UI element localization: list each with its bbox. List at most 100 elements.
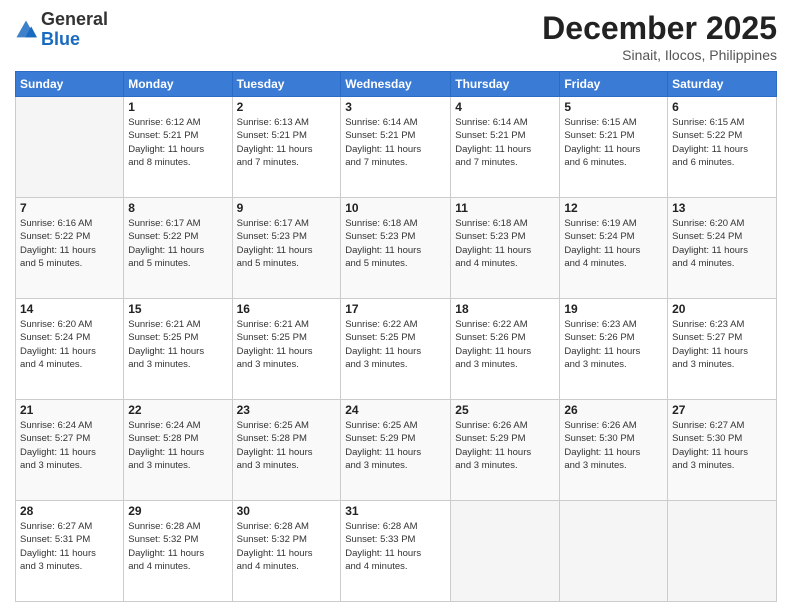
table-row: 6 Sunrise: 6:15 AM Sunset: 5:22 PM Daylig…	[668, 97, 777, 198]
day-number: 21	[20, 403, 119, 417]
day-info: Sunrise: 6:15 AM Sunset: 5:22 PM Dayligh…	[672, 116, 772, 169]
day-info: Sunrise: 6:17 AM Sunset: 5:22 PM Dayligh…	[128, 217, 227, 270]
day-info: Sunrise: 6:21 AM Sunset: 5:25 PM Dayligh…	[237, 318, 337, 371]
table-row: 7 Sunrise: 6:16 AM Sunset: 5:22 PM Daylig…	[16, 198, 124, 299]
table-row: 27Sunrise: 6:27 AM Sunset: 5:30 PM Dayli…	[668, 400, 777, 501]
day-info: Sunrise: 6:14 AM Sunset: 5:21 PM Dayligh…	[345, 116, 446, 169]
table-row: 25Sunrise: 6:26 AM Sunset: 5:29 PM Dayli…	[451, 400, 560, 501]
table-row: 4Sunrise: 6:14 AM Sunset: 5:21 PM Daylig…	[451, 97, 560, 198]
day-info: Sunrise: 6:21 AM Sunset: 5:25 PM Dayligh…	[128, 318, 227, 371]
day-info: Sunrise: 6:28 AM Sunset: 5:32 PM Dayligh…	[128, 520, 227, 573]
table-row: 15 Sunrise: 6:21 AM Sunset: 5:25 PM Dayli…	[124, 299, 232, 400]
logo-icon	[15, 19, 37, 41]
table-row: 24 Sunrise: 6:25 AM Sunset: 5:29 PM Dayli…	[341, 400, 451, 501]
table-row: 8 Sunrise: 6:17 AM Sunset: 5:22 PM Daylig…	[124, 198, 232, 299]
table-row: 13 Sunrise: 6:20 AM Sunset: 5:24 PM Dayli…	[668, 198, 777, 299]
calendar-week-row: 14Sunrise: 6:20 AM Sunset: 5:24 PM Dayli…	[16, 299, 777, 400]
day-info: Sunrise: 6:24 AM Sunset: 5:27 PM Dayligh…	[20, 419, 119, 472]
table-row	[451, 501, 560, 602]
table-row	[16, 97, 124, 198]
table-row	[668, 501, 777, 602]
day-number: 23	[237, 403, 337, 417]
day-number: 12	[564, 201, 663, 215]
day-info: Sunrise: 6:20 AM Sunset: 5:24 PM Dayligh…	[672, 217, 772, 270]
day-info: Sunrise: 6:18 AM Sunset: 5:23 PM Dayligh…	[345, 217, 446, 270]
day-number: 5	[564, 100, 663, 114]
day-number: 14	[20, 302, 119, 316]
col-monday: Monday	[124, 72, 232, 97]
day-info: Sunrise: 6:25 AM Sunset: 5:29 PM Dayligh…	[345, 419, 446, 472]
table-row: 14Sunrise: 6:20 AM Sunset: 5:24 PM Dayli…	[16, 299, 124, 400]
day-info: Sunrise: 6:12 AM Sunset: 5:21 PM Dayligh…	[128, 116, 227, 169]
day-number: 11	[455, 201, 555, 215]
col-wednesday: Wednesday	[341, 72, 451, 97]
day-number: 6	[672, 100, 772, 114]
day-info: Sunrise: 6:18 AM Sunset: 5:23 PM Dayligh…	[455, 217, 555, 270]
day-number: 2	[237, 100, 337, 114]
day-info: Sunrise: 6:28 AM Sunset: 5:32 PM Dayligh…	[237, 520, 337, 573]
day-info: Sunrise: 6:25 AM Sunset: 5:28 PM Dayligh…	[237, 419, 337, 472]
table-row: 10 Sunrise: 6:18 AM Sunset: 5:23 PM Dayli…	[341, 198, 451, 299]
col-sunday: Sunday	[16, 72, 124, 97]
day-number: 19	[564, 302, 663, 316]
day-info: Sunrise: 6:13 AM Sunset: 5:21 PM Dayligh…	[237, 116, 337, 169]
header: General Blue December 2025 Sinait, Iloco…	[15, 10, 777, 63]
day-info: Sunrise: 6:22 AM Sunset: 5:26 PM Dayligh…	[455, 318, 555, 371]
table-row: 17 Sunrise: 6:22 AM Sunset: 5:25 PM Dayli…	[341, 299, 451, 400]
table-row: 5 Sunrise: 6:15 AM Sunset: 5:21 PM Daylig…	[560, 97, 668, 198]
day-number: 26	[564, 403, 663, 417]
table-row: 31Sunrise: 6:28 AM Sunset: 5:33 PM Dayli…	[341, 501, 451, 602]
title-block: December 2025 Sinait, Ilocos, Philippine…	[542, 10, 777, 63]
table-row: 29 Sunrise: 6:28 AM Sunset: 5:32 PM Dayli…	[124, 501, 232, 602]
day-number: 17	[345, 302, 446, 316]
day-number: 13	[672, 201, 772, 215]
day-number: 29	[128, 504, 227, 518]
page: General Blue December 2025 Sinait, Iloco…	[0, 0, 792, 612]
table-row	[560, 501, 668, 602]
day-number: 15	[128, 302, 227, 316]
calendar-header-row: Sunday Monday Tuesday Wednesday Thursday…	[16, 72, 777, 97]
logo: General Blue	[15, 10, 108, 50]
table-row: 20Sunrise: 6:23 AM Sunset: 5:27 PM Dayli…	[668, 299, 777, 400]
table-row: 3 Sunrise: 6:14 AM Sunset: 5:21 PM Daylig…	[341, 97, 451, 198]
table-row: 9Sunrise: 6:17 AM Sunset: 5:23 PM Daylig…	[232, 198, 341, 299]
table-row: 11 Sunrise: 6:18 AM Sunset: 5:23 PM Dayli…	[451, 198, 560, 299]
day-number: 18	[455, 302, 555, 316]
day-number: 24	[345, 403, 446, 417]
day-number: 27	[672, 403, 772, 417]
day-number: 16	[237, 302, 337, 316]
col-thursday: Thursday	[451, 72, 560, 97]
day-number: 3	[345, 100, 446, 114]
calendar-table: Sunday Monday Tuesday Wednesday Thursday…	[15, 71, 777, 602]
table-row: 16 Sunrise: 6:21 AM Sunset: 5:25 PM Dayli…	[232, 299, 341, 400]
month-title: December 2025	[542, 10, 777, 47]
day-number: 10	[345, 201, 446, 215]
day-number: 8	[128, 201, 227, 215]
day-info: Sunrise: 6:23 AM Sunset: 5:27 PM Dayligh…	[672, 318, 772, 371]
day-info: Sunrise: 6:23 AM Sunset: 5:26 PM Dayligh…	[564, 318, 663, 371]
day-info: Sunrise: 6:22 AM Sunset: 5:25 PM Dayligh…	[345, 318, 446, 371]
day-number: 28	[20, 504, 119, 518]
calendar-week-row: 1 Sunrise: 6:12 AM Sunset: 5:21 PM Daylig…	[16, 97, 777, 198]
table-row: 26Sunrise: 6:26 AM Sunset: 5:30 PM Dayli…	[560, 400, 668, 501]
day-info: Sunrise: 6:24 AM Sunset: 5:28 PM Dayligh…	[128, 419, 227, 472]
table-row: 12 Sunrise: 6:19 AM Sunset: 5:24 PM Dayli…	[560, 198, 668, 299]
day-info: Sunrise: 6:19 AM Sunset: 5:24 PM Dayligh…	[564, 217, 663, 270]
day-number: 31	[345, 504, 446, 518]
day-info: Sunrise: 6:16 AM Sunset: 5:22 PM Dayligh…	[20, 217, 119, 270]
day-number: 4	[455, 100, 555, 114]
day-info: Sunrise: 6:15 AM Sunset: 5:21 PM Dayligh…	[564, 116, 663, 169]
day-info: Sunrise: 6:17 AM Sunset: 5:23 PM Dayligh…	[237, 217, 337, 270]
col-saturday: Saturday	[668, 72, 777, 97]
day-number: 1	[128, 100, 227, 114]
calendar-week-row: 21 Sunrise: 6:24 AM Sunset: 5:27 PM Dayli…	[16, 400, 777, 501]
table-row: 28Sunrise: 6:27 AM Sunset: 5:31 PM Dayli…	[16, 501, 124, 602]
col-tuesday: Tuesday	[232, 72, 341, 97]
day-number: 7	[20, 201, 119, 215]
calendar-week-row: 7 Sunrise: 6:16 AM Sunset: 5:22 PM Daylig…	[16, 198, 777, 299]
table-row: 19 Sunrise: 6:23 AM Sunset: 5:26 PM Dayli…	[560, 299, 668, 400]
table-row: 30Sunrise: 6:28 AM Sunset: 5:32 PM Dayli…	[232, 501, 341, 602]
location-title: Sinait, Ilocos, Philippines	[542, 47, 777, 63]
table-row: 1 Sunrise: 6:12 AM Sunset: 5:21 PM Daylig…	[124, 97, 232, 198]
day-number: 22	[128, 403, 227, 417]
